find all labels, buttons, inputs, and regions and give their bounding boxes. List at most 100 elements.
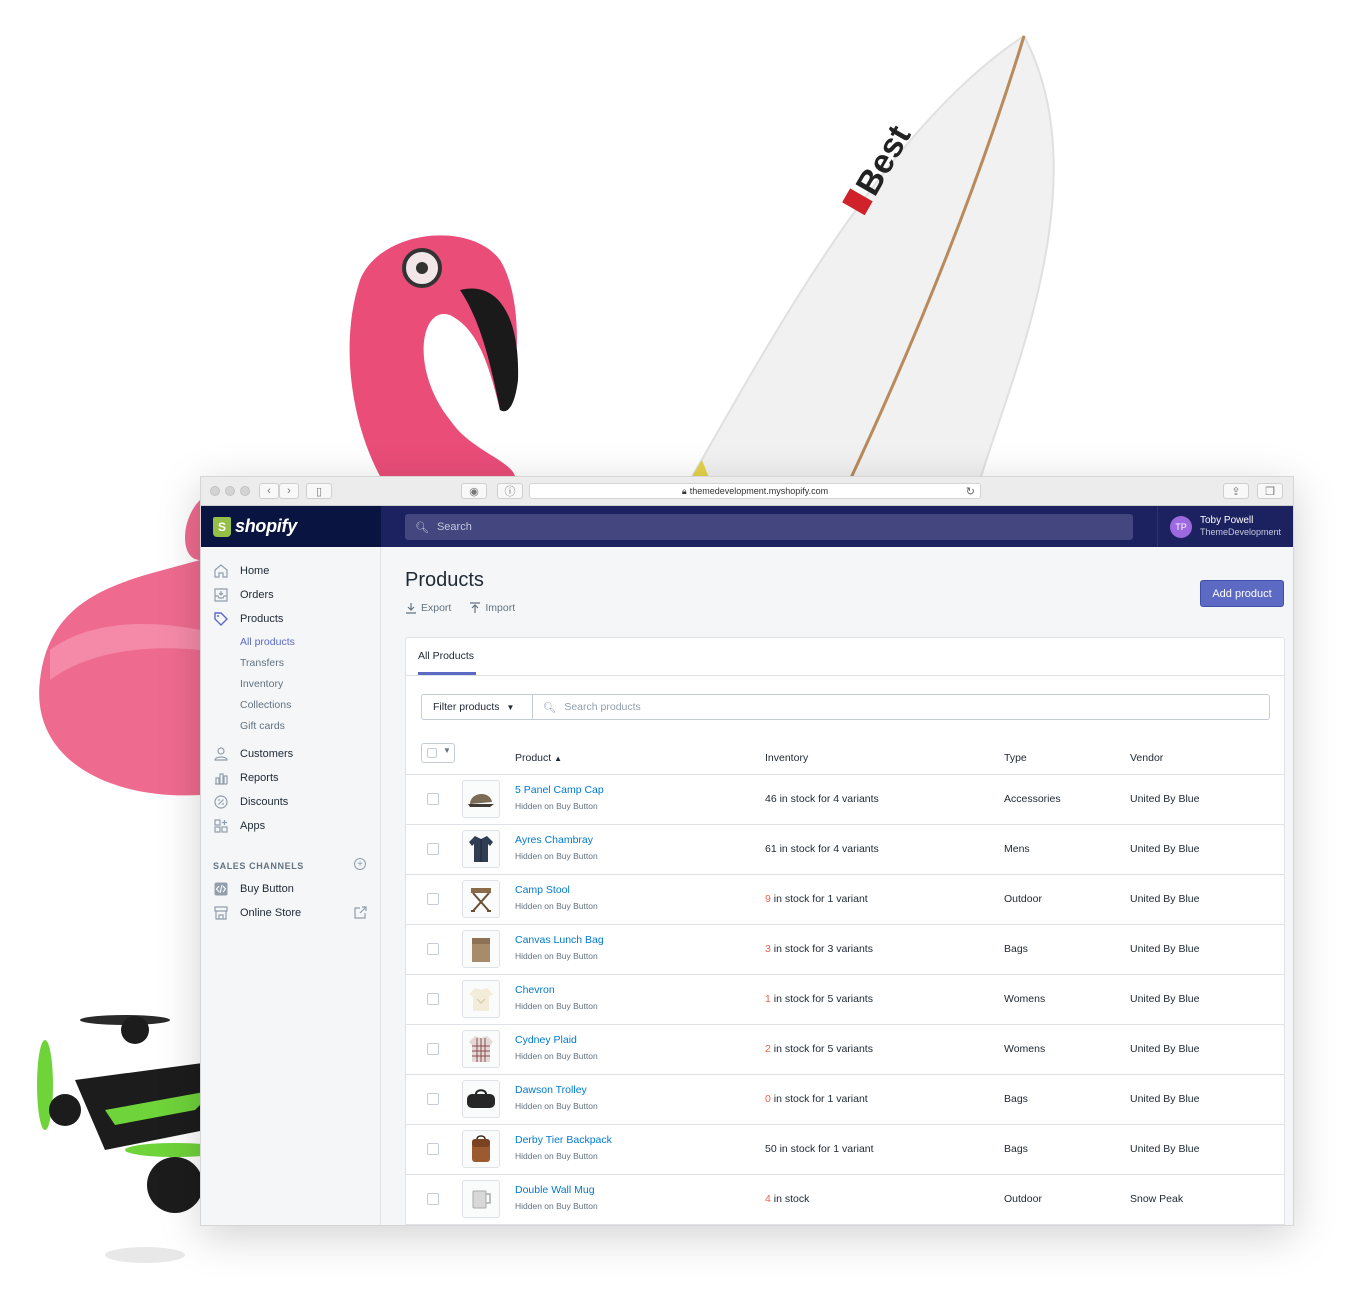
table-row[interactable]: Chevron Hidden on Buy Button 1 in stock … [406,974,1284,1025]
import-button[interactable]: Import [469,602,515,614]
row-checkbox[interactable] [427,793,439,805]
product-thumbnail-shirt[interactable] [462,830,500,868]
tabs-button[interactable]: ❐ [1257,483,1283,499]
type-cell: Bags [1004,1143,1028,1155]
browser-window: ‹ › ▯ ◉ ⓘ 🔒︎ themedevelopment.myshopify.… [200,476,1294,1226]
extension-icon: ◉ [469,485,479,498]
sidebar-subitem-all-products[interactable]: All products [240,636,295,648]
sidebar-item-reports[interactable]: Reports [213,768,279,788]
admin-search-input[interactable]: 🔍︎ Search [405,514,1133,540]
product-search-input[interactable]: 🔍︎ Search products [532,694,1270,720]
row-checkbox[interactable] [427,1043,439,1055]
vendor-cell: United By Blue [1130,1093,1200,1105]
table-row[interactable]: Camp Stool Hidden on Buy Button 9 in sto… [406,874,1284,925]
sidebar-item-online-store[interactable]: Online Store [213,903,301,923]
reload-icon[interactable]: ↻ [966,485,975,498]
sidebar-subitem-gift-cards[interactable]: Gift cards [240,720,285,732]
sidebar-item-label: Apps [240,820,266,832]
column-header-inventory: Inventory [765,752,809,764]
external-link-icon[interactable] [354,906,367,924]
sidebar-item-home[interactable]: Home [213,561,269,581]
inventory-cell: 61 in stock for 4 variants [765,843,879,855]
row-checkbox[interactable] [427,843,439,855]
privacy-button[interactable]: ⓘ [497,483,523,499]
vendor-cell: United By Blue [1130,1143,1200,1155]
search-icon: 🔍︎ [543,701,557,714]
sidebar-item-orders[interactable]: Orders [213,585,274,605]
sidebar-icon: ▯ [315,485,323,498]
add-product-button[interactable]: Add product [1200,580,1284,607]
product-name-link[interactable]: Double Wall Mug [515,1184,595,1196]
chevron-left-icon: ‹ [267,485,271,497]
product-thumbnail-tshirt[interactable] [462,980,500,1018]
product-name-link[interactable]: Camp Stool [515,884,570,896]
product-thumbnail-stool[interactable] [462,880,500,918]
admin-topbar: S shopify 🔍︎ Search TP Toby Powell Theme… [201,506,1293,547]
type-cell: Accessories [1004,793,1061,805]
table-row[interactable]: Cydney Plaid Hidden on Buy Button 2 in s… [406,1024,1284,1075]
product-thumbnail-mug[interactable] [462,1180,500,1218]
export-button[interactable]: Export [405,602,451,614]
shopify-logo[interactable]: S shopify [201,506,381,547]
product-name-link[interactable]: Ayres Chambray [515,834,593,846]
filter-products-button[interactable]: Filter products ▼ [421,694,533,720]
sidebar-toggle-button[interactable]: ▯ [306,483,332,499]
share-button[interactable]: ⇪ [1223,483,1249,499]
sidebar-subitem-inventory[interactable]: Inventory [240,678,283,690]
user-menu[interactable]: TP Toby Powell ThemeDevelopment [1157,506,1293,547]
tab-all-products[interactable]: All Products [418,650,474,662]
row-checkbox[interactable] [427,1143,439,1155]
product-thumbnail-plaid[interactable] [462,1030,500,1068]
user-name: Toby Powell [1200,515,1254,526]
type-cell: Mens [1004,843,1030,855]
row-checkbox[interactable] [427,1193,439,1205]
avatar: TP [1170,515,1192,538]
window-maximize-button[interactable] [240,486,250,496]
product-thumbnail-backpack[interactable] [462,1130,500,1168]
product-name-link[interactable]: 5 Panel Camp Cap [515,784,604,796]
select-all-checkbox[interactable]: ▼ [421,743,455,763]
product-name-link[interactable]: Chevron [515,984,555,996]
table-row[interactable]: Derby Tier Backpack Hidden on Buy Button… [406,1124,1284,1175]
sidebar-item-discounts[interactable]: Discounts [213,792,288,812]
sidebar-item-apps[interactable]: Apps [213,816,265,836]
sidebar-item-buy-button[interactable]: Buy Button [213,879,294,899]
address-bar[interactable]: 🔒︎ themedevelopment.myshopify.com ↻ [529,483,981,499]
table-row[interactable]: Dawson Trolley Hidden on Buy Button 0 in… [406,1074,1284,1125]
product-thumbnail-cap[interactable] [462,780,500,818]
product-visibility: Hidden on Buy Button [515,1051,598,1061]
window-minimize-button[interactable] [225,486,235,496]
checkbox [427,748,437,758]
table-row[interactable]: Ayres Chambray Hidden on Buy Button 61 i… [406,824,1284,875]
product-thumbnail-duffel[interactable] [462,1080,500,1118]
type-cell: Bags [1004,1093,1028,1105]
row-checkbox[interactable] [427,1093,439,1105]
row-checkbox[interactable] [427,993,439,1005]
forward-button[interactable]: › [279,483,299,499]
row-checkbox[interactable] [427,943,439,955]
table-row[interactable]: Double Wall Mug Hidden on Buy Button 4 i… [406,1174,1284,1225]
window-close-button[interactable] [210,486,220,496]
product-name-link[interactable]: Derby Tier Backpack [515,1134,612,1146]
extension-button[interactable]: ◉ [461,483,487,499]
sidebar-subitem-collections[interactable]: Collections [240,699,291,711]
column-header-product[interactable]: Product ▲ [515,752,562,764]
table-row[interactable]: Canvas Lunch Bag Hidden on Buy Button 3 … [406,924,1284,975]
add-channel-icon[interactable]: + [354,858,366,870]
home-icon [213,563,229,579]
row-checkbox[interactable] [427,893,439,905]
type-cell: Womens [1004,993,1046,1005]
product-name-link[interactable]: Dawson Trolley [515,1084,587,1096]
product-thumbnail-lunch-bag[interactable] [462,930,500,968]
back-button[interactable]: ‹ [259,483,279,499]
product-name-link[interactable]: Cydney Plaid [515,1034,577,1046]
sidebar-subitem-transfers[interactable]: Transfers [240,657,284,669]
sidebar-item-customers[interactable]: Customers [213,744,293,764]
share-icon: ⇪ [1231,485,1241,498]
vendor-cell: United By Blue [1130,993,1200,1005]
product-name-link[interactable]: Canvas Lunch Bag [515,934,604,946]
table-row[interactable]: 5 Panel Camp Cap Hidden on Buy Button 46… [406,774,1284,825]
sidebar-item-label: Buy Button [240,883,294,895]
sidebar-item-products[interactable]: Products [213,609,283,629]
inventory-cell: 1 in stock for 5 variants [765,993,873,1005]
